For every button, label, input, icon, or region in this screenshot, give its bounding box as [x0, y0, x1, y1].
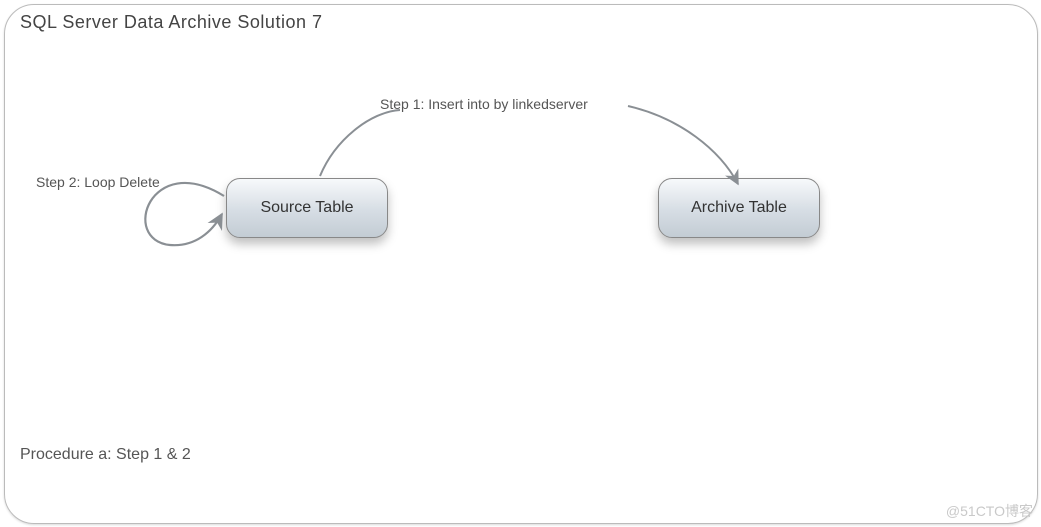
archive-table-label: Archive Table	[691, 199, 787, 217]
step1-label: Step 1: Insert into by linkedserver	[380, 96, 588, 112]
source-table-label: Source Table	[260, 199, 353, 217]
source-table-node: Source Table	[226, 178, 388, 238]
watermark: @51CTO博客	[946, 501, 1033, 521]
archive-table-node: Archive Table	[658, 178, 820, 238]
step2-label: Step 2: Loop Delete	[36, 174, 160, 190]
page-title: SQL Server Data Archive Solution 7	[20, 12, 322, 33]
procedure-label: Procedure a: Step 1 & 2	[20, 446, 191, 464]
